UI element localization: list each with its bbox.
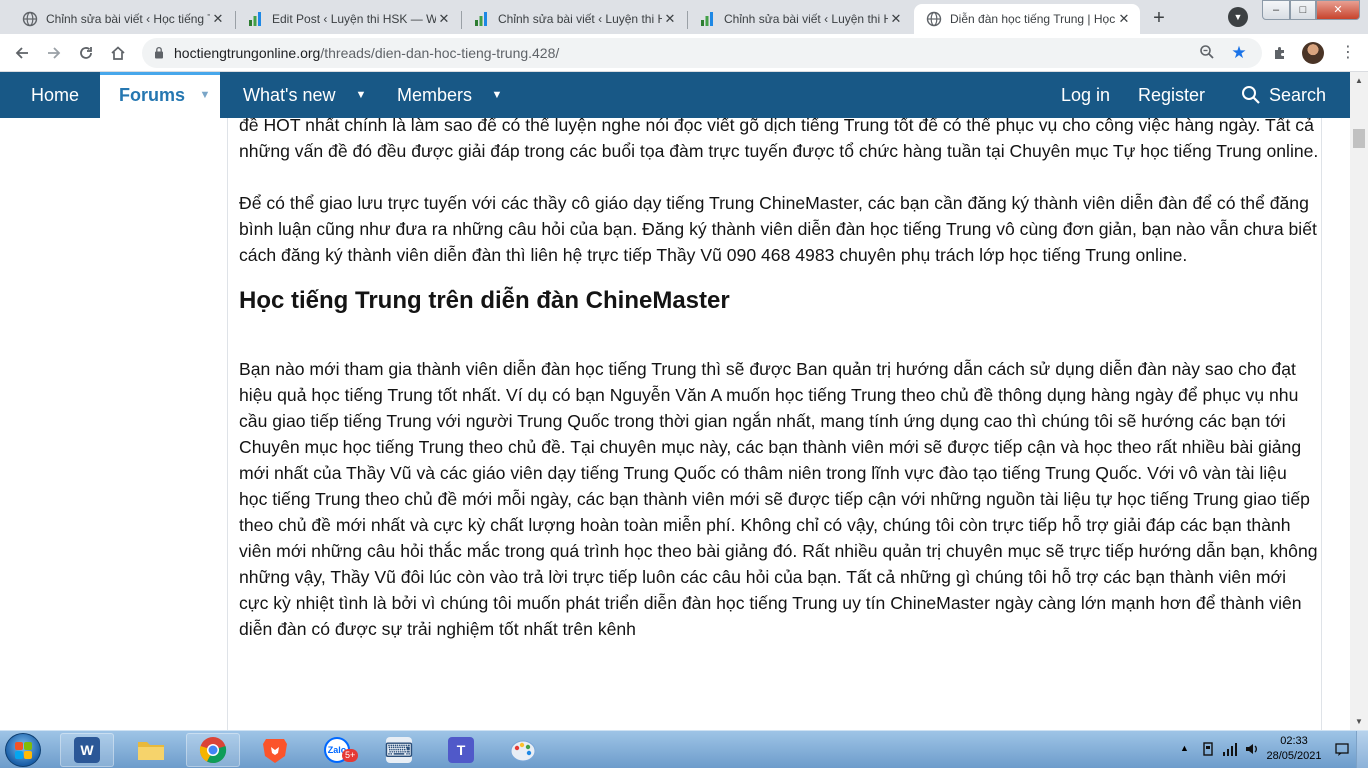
reload-button[interactable] <box>72 39 100 67</box>
taskbar-paint[interactable] <box>496 733 550 767</box>
chart-favicon-icon <box>474 11 490 27</box>
vertical-scrollbar[interactable]: ▲ ▼ <box>1350 72 1368 730</box>
browser-tab-3[interactable]: Chỉnh sửa bài viết ‹ Luyện thi HSK ✕ <box>462 4 686 34</box>
zalo-badge: 5+ <box>342 749 359 762</box>
folder-icon <box>138 742 164 760</box>
nav-search[interactable]: Search <box>1241 72 1326 118</box>
post-body: phương pháp học tiếng Trung hiệu quả, cá… <box>239 72 1319 642</box>
address-bar[interactable]: hoctiengtrungonline.org/threads/dien-dan… <box>142 38 1262 68</box>
chrome-icon <box>199 737 227 764</box>
browser-toolbar: hoctiengtrungonline.org/threads/dien-dan… <box>0 34 1368 72</box>
brave-icon <box>263 739 287 763</box>
browser-tab-strip: Chỉnh sửa bài viết ‹ Học tiếng Trung ✕ E… <box>0 0 1368 34</box>
nav-members[interactable]: Members <box>397 72 472 118</box>
lock-icon <box>155 46 163 59</box>
volume-icon[interactable] <box>1244 741 1260 768</box>
back-button[interactable] <box>8 39 36 67</box>
paint-icon <box>510 740 536 762</box>
chart-favicon-icon <box>700 11 716 27</box>
post-paragraph: Để có thể giao lưu trực tuyến với các th… <box>239 193 1317 265</box>
nav-members-dropdown-icon[interactable]: ▼ <box>482 72 512 118</box>
post-paragraph: Bạn nào mới tham gia thành viên diễn đàn… <box>239 359 1318 639</box>
taskbar-teams[interactable]: T <box>434 733 488 767</box>
globe-icon <box>926 11 942 27</box>
tray-device-icon[interactable] <box>1200 741 1216 768</box>
nav-whats-new-dropdown-icon[interactable]: ▼ <box>346 72 376 118</box>
nav-login[interactable]: Log in <box>1061 72 1110 118</box>
taskbar-word[interactable]: W <box>60 733 114 767</box>
teams-icon: T <box>448 737 474 763</box>
url-text: hoctiengtrungonline.org/threads/dien-dan… <box>174 45 559 61</box>
taskbar-keyboard[interactable]: ⌨ <box>372 733 426 767</box>
close-tab-icon[interactable]: ✕ <box>436 11 452 27</box>
search-icon <box>1242 86 1260 104</box>
word-icon: W <box>74 737 100 763</box>
nav-home[interactable]: Home <box>31 72 79 118</box>
extensions-puzzle-icon[interactable] <box>1270 43 1290 63</box>
clock-date: 28/05/2021 <box>1266 750 1322 762</box>
notification-icon[interactable] <box>1334 741 1350 768</box>
close-tab-icon[interactable]: ✕ <box>662 11 678 27</box>
arrow-left-icon <box>15 47 28 59</box>
zoom-icon[interactable] <box>1198 44 1216 62</box>
close-tab-icon[interactable]: ✕ <box>1116 11 1132 27</box>
browser-tab-title: Chỉnh sửa bài viết ‹ Luyện thi HSK <box>498 12 662 26</box>
clock-time: 02:33 <box>1280 735 1308 747</box>
close-window-button[interactable]: ✕ <box>1316 0 1360 20</box>
network-signal-icon[interactable] <box>1222 741 1240 768</box>
home-button[interactable] <box>104 39 132 67</box>
window-controls: – □ ✕ <box>1262 0 1360 20</box>
url-host: hoctiengtrungonline.org <box>174 45 321 61</box>
url-path: /threads/dien-dan-hoc-tieng-trung.428/ <box>320 45 560 61</box>
taskbar-explorer[interactable] <box>124 733 178 767</box>
scrollbar-thumb[interactable] <box>1353 129 1365 148</box>
nav-forums-dropdown-icon[interactable]: ▼ <box>190 72 220 118</box>
windows-logo-icon <box>15 742 32 759</box>
start-button[interactable] <box>5 733 41 767</box>
profile-avatar-icon[interactable] <box>1302 42 1324 64</box>
nav-search-label: Search <box>1269 85 1327 105</box>
close-tab-icon[interactable]: ✕ <box>210 11 226 27</box>
page-viewport: phương pháp học tiếng Trung hiệu quả, cá… <box>0 72 1368 730</box>
browser-tab-title: Diễn đàn học tiếng Trung | Học tiếng Tru… <box>950 12 1116 26</box>
browser-tab-5-active[interactable]: Diễn đàn học tiếng Trung | Học tiếng Tru… <box>914 4 1140 34</box>
nav-register[interactable]: Register <box>1138 72 1205 118</box>
windows-taskbar: W Zalo 5+ ⌨ T ▲ 02:33 28/05/2021 <box>0 730 1368 768</box>
kebab-menu-icon[interactable]: ⋮ <box>1338 43 1358 63</box>
browser-tab-title: Chỉnh sửa bài viết ‹ Học tiếng Trung <box>46 12 210 26</box>
scroll-down-arrow-icon[interactable]: ▼ <box>1350 713 1368 730</box>
show-desktop-button[interactable] <box>1356 731 1368 768</box>
nav-forums[interactable]: Forums <box>100 72 190 118</box>
reload-icon <box>80 47 92 59</box>
forum-nav-bar: Home Forums ▼ What's new ▼ Members ▼ Log… <box>0 72 1350 118</box>
post-heading: Học tiếng Trung trên diễn đàn ChineMaste… <box>239 287 730 314</box>
taskbar-zalo[interactable]: Zalo 5+ <box>310 733 364 767</box>
nav-whats-new[interactable]: What's new <box>243 72 335 118</box>
forward-button[interactable] <box>40 39 68 67</box>
keyboard-icon: ⌨ <box>385 737 413 763</box>
arrow-right-icon <box>48 47 61 59</box>
globe-icon <box>22 11 38 27</box>
browser-tab-title: Chỉnh sửa bài viết ‹ Luyện thi HSK <box>724 12 888 26</box>
browser-tab-title: Edit Post ‹ Luyện thi HSK — WordPress <box>272 12 436 26</box>
scroll-up-arrow-icon[interactable]: ▲ <box>1350 72 1368 89</box>
taskbar-chrome[interactable] <box>186 733 240 767</box>
new-tab-button[interactable]: + <box>1147 7 1171 31</box>
browser-tab-4[interactable]: Chỉnh sửa bài viết ‹ Luyện thi HSK ✕ <box>688 4 912 34</box>
maximize-button[interactable]: □ <box>1290 0 1316 20</box>
bookmark-star-icon[interactable]: ★ <box>1230 44 1248 62</box>
chevron-down-icon[interactable]: ▼ <box>1228 7 1248 27</box>
tray-overflow-icon[interactable]: ▲ <box>1180 743 1189 768</box>
home-icon <box>111 46 125 60</box>
browser-tab-1[interactable]: Chỉnh sửa bài viết ‹ Học tiếng Trung ✕ <box>10 4 234 34</box>
taskbar-brave[interactable] <box>248 733 302 767</box>
system-clock[interactable]: 02:33 28/05/2021 <box>1264 734 1324 764</box>
minimize-button[interactable]: – <box>1262 0 1290 20</box>
browser-tab-2[interactable]: Edit Post ‹ Luyện thi HSK — WordPress ✕ <box>236 4 460 34</box>
close-tab-icon[interactable]: ✕ <box>888 11 904 27</box>
chart-favicon-icon <box>248 11 264 27</box>
